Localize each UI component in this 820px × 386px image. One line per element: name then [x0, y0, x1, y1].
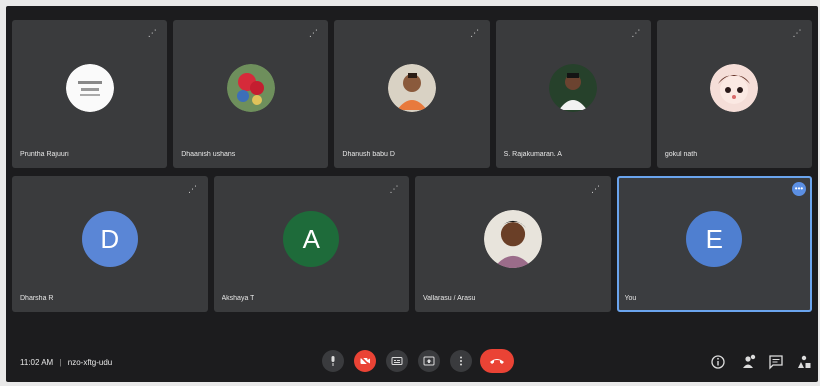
meeting-code: nzo-xftg-udu	[67, 358, 113, 367]
participant-tile[interactable]: ⋰ Dhanush babu D	[334, 20, 490, 168]
participant-avatar	[226, 64, 275, 113]
participant-name: gokul nath	[664, 151, 698, 158]
avatar-image	[483, 209, 542, 268]
avatar-image	[388, 64, 436, 113]
participant-avatar	[388, 64, 436, 113]
mic-muted-icon: ⋰	[188, 184, 197, 194]
chat-icon[interactable]	[768, 354, 784, 370]
avatar-image	[65, 64, 114, 113]
call-controls-bar: 11:02 AM | nzo-xftg-udu	[0, 340, 820, 386]
mic-muted-icon: ⋰	[631, 28, 641, 38]
captions-button[interactable]	[386, 350, 408, 372]
present-screen-icon	[423, 356, 435, 366]
end-call-icon	[490, 359, 504, 364]
participant-name: You	[624, 295, 637, 302]
participant-name: S. Rajakumaran. A	[503, 151, 562, 158]
meeting-separator: |	[59, 358, 62, 367]
mic-muted-icon: ⋰	[591, 184, 600, 194]
more-vertical-icon	[460, 356, 462, 366]
microphone-icon	[331, 356, 335, 366]
participant-name: Akshaya T	[221, 295, 255, 302]
participant-name: Dharsha R	[20, 295, 54, 302]
participant-avatar	[65, 64, 114, 113]
participant-avatar: D	[81, 210, 138, 267]
more-options-button[interactable]	[450, 350, 472, 372]
camera-off-icon	[359, 355, 371, 367]
participant-grid-top: ⋰ Pruntha Rajuuri ⋰ Dhaanish ushans ⋰ Dh…	[12, 20, 813, 168]
participant-tile[interactable]: ⋰ Dhaanish ushans	[173, 20, 329, 168]
participant-tile[interactable]: ⋰ Vallarasu / Arasu	[415, 176, 611, 312]
participant-avatar	[710, 64, 759, 113]
participant-tile[interactable]: ⋰ Pruntha Rajuuri	[12, 20, 168, 168]
participant-avatar	[549, 64, 598, 113]
avatar-image	[549, 64, 598, 113]
participant-avatar	[483, 209, 542, 268]
meeting-time: 11:02 AM	[20, 358, 54, 367]
people-icon[interactable]	[740, 354, 756, 370]
participant-tile[interactable]: ⋰ S. Rajakumaran. A	[495, 20, 651, 168]
participant-name: Vallarasu / Arasu	[423, 295, 476, 302]
participant-tile[interactable]: ⋰ A Akshaya T	[213, 176, 409, 312]
end-call-button[interactable]	[480, 349, 514, 373]
mic-muted-icon: ⋰	[389, 184, 399, 194]
participant-name: Dhaanish ushans	[181, 151, 236, 158]
mic-muted-icon: ⋰	[147, 28, 157, 38]
present-button[interactable]	[418, 350, 440, 372]
participant-tile[interactable]: ⋰ gokul nath	[656, 20, 813, 168]
mic-muted-icon: ⋰	[470, 28, 480, 38]
participant-tile-self[interactable]: ••• E You	[616, 176, 812, 312]
participant-avatar: A	[283, 210, 340, 267]
meeting-info: 11:02 AM | nzo-xftg-udu	[20, 358, 112, 367]
captions-icon	[391, 357, 403, 365]
mic-muted-icon: ⋰	[308, 28, 318, 38]
activities-icon[interactable]	[796, 354, 812, 370]
participant-name: Dhanush babu D	[342, 151, 395, 158]
camera-button[interactable]	[354, 350, 376, 372]
avatar-image	[226, 64, 275, 113]
avatar-image	[710, 64, 759, 113]
microphone-button[interactable]	[322, 350, 344, 372]
participant-tile[interactable]: ⋰ D Dharsha R	[12, 176, 208, 312]
participant-name: Pruntha Rajuuri	[20, 151, 69, 158]
info-icon[interactable]	[710, 354, 726, 370]
mic-muted-icon: ⋰	[792, 28, 802, 38]
participant-grid-bottom: ⋰ D Dharsha R ⋰ A Akshaya T ⋰ Vallarasu …	[12, 176, 812, 312]
participant-avatar: E	[686, 210, 743, 267]
more-options-icon[interactable]: •••	[792, 182, 806, 196]
